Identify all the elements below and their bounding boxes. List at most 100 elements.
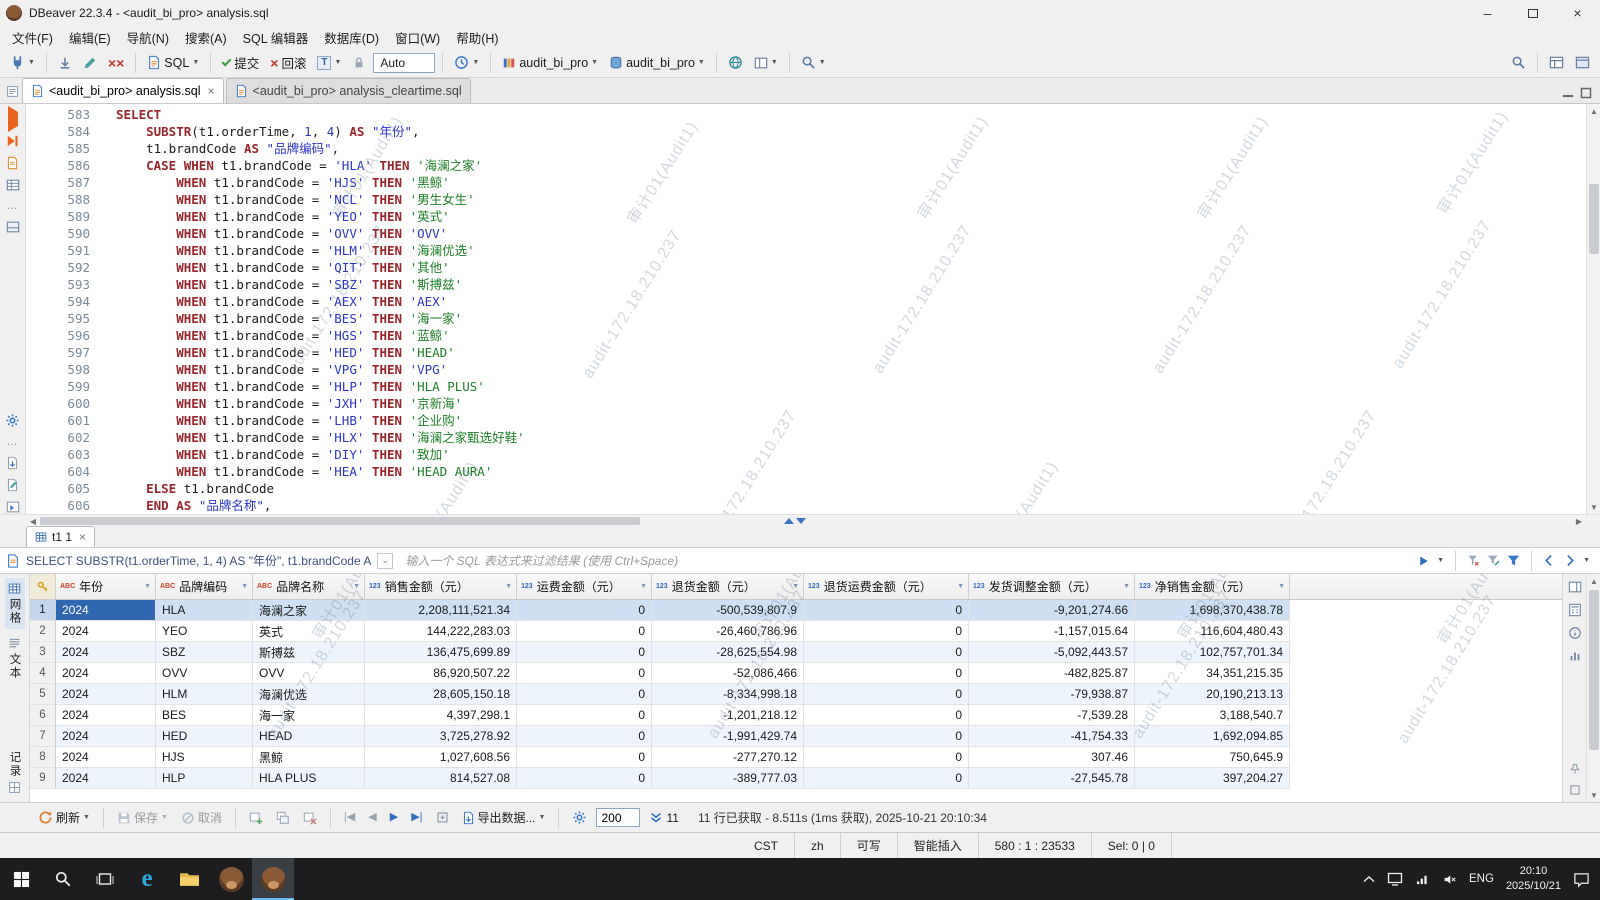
grid-cell[interactable]: 0 [804, 726, 969, 747]
grid-cell[interactable]: 136,475,699.89 [365, 642, 517, 663]
close-tab-icon[interactable]: × [208, 84, 215, 98]
results-tab[interactable]: t1 1 × [26, 526, 96, 547]
results-grid[interactable]: ABC 年份 ▼ ABC 品牌编码 ▼ ABC 品牌名称 ▼ 123 销售金额（元） ▼ 123 运费金额… [30, 574, 1562, 802]
grid-cell[interactable]: -1,991,429.74 [652, 726, 804, 747]
grid-cell[interactable]: -79,938.87 [969, 684, 1135, 705]
row-number[interactable]: 8 [30, 747, 56, 768]
table-row[interactable]: 9 2024 HLP HLA PLUS 814,527.08 0 -389,777.03 0-… [30, 768, 1562, 789]
grid-cell[interactable]: -482,825.87 [969, 663, 1135, 684]
column-filter-dropdown-icon[interactable]: ▼ [241, 583, 248, 590]
grid-cell[interactable]: 0 [517, 600, 652, 621]
code-line[interactable]: WHEN t1.brandCode = 'HED' THEN 'HEAD' [116, 344, 1586, 361]
grid-cell[interactable]: -41,754.33 [969, 726, 1135, 747]
grid-cell[interactable]: 144,222,283.03 [365, 621, 517, 642]
grid-cell[interactable]: 0 [804, 747, 969, 768]
code-line[interactable]: WHEN t1.brandCode = 'LHB' THEN '企业购' [116, 412, 1586, 429]
grid-cell[interactable]: 2024 [56, 747, 156, 768]
grid-cell[interactable]: 116,604,480.43 [1135, 621, 1290, 642]
grid-cell[interactable]: YEO [156, 621, 253, 642]
edge-button[interactable]: e [126, 858, 168, 900]
explain-plan-button[interactable] [6, 178, 20, 192]
menu-file[interactable]: 文件(F) [4, 26, 61, 49]
code-line[interactable]: CASE WHEN t1.brandCode = 'HLA' THEN '海澜之… [116, 157, 1586, 174]
grid-cell[interactable]: 0 [804, 600, 969, 621]
grid-corner[interactable] [30, 574, 56, 599]
grid-cell[interactable]: 0 [517, 747, 652, 768]
editor-horizontal-scrollbar[interactable]: ◀ ▶ [0, 514, 1600, 526]
record-mode-tab[interactable]: 记录 [5, 747, 25, 798]
clear-filter-button[interactable] [1467, 554, 1480, 567]
grid-cell[interactable]: -500,539,807.9 [652, 600, 804, 621]
pin-panel-icon[interactable] [1569, 763, 1581, 775]
column-filter-dropdown-icon[interactable]: ▼ [505, 583, 512, 590]
dbeaver-taskbar-button-active[interactable] [252, 858, 294, 900]
refresh-button[interactable]: 刷新 ▼ [34, 807, 94, 828]
grid-cell[interactable]: -1,157,015.64 [969, 621, 1135, 642]
table-row[interactable]: 3 2024 SBZ 斯搏兹 136,475,699.89 0 -28,625,554.98… [30, 642, 1562, 663]
code-line[interactable]: WHEN t1.brandCode = 'HEA' THEN 'HEAD AUR… [116, 463, 1586, 480]
grid-cell[interactable]: SBZ [156, 642, 253, 663]
grid-cell[interactable]: 0 [804, 663, 969, 684]
editor-vertical-scrollbar[interactable]: ▲ ▼ [1586, 104, 1600, 514]
scroll-left-icon[interactable]: ◀ [26, 515, 40, 527]
output-panel-button[interactable] [6, 500, 20, 514]
grid-cell[interactable]: 2024 [56, 621, 156, 642]
table-row[interactable]: 4 2024 OVV OVV 86,920,507.22 0 -52,086,466 0 -48… [30, 663, 1562, 684]
table-row[interactable]: 2 2024 YEO 英式 144,222,283.03 0 -26,460,786.96 0… [30, 621, 1562, 642]
column-header-2[interactable]: ABC 品牌编码 ▼ [156, 574, 253, 599]
history-dropdown-icon[interactable]: ▼ [1583, 557, 1590, 564]
previous-row-button[interactable]: ◀ [364, 810, 380, 825]
column-filter-dropdown-icon[interactable]: ▼ [792, 583, 799, 590]
row-number[interactable]: 9 [30, 768, 56, 789]
next-row-button[interactable]: ▶ [386, 810, 402, 825]
grid-cell[interactable]: 1,698,370,438.78 [1135, 600, 1290, 621]
menu-database[interactable]: 数据库(D) [316, 26, 387, 49]
grid-cell[interactable]: 750,645.9 [1135, 747, 1290, 768]
commit-mode-combo[interactable]: Auto [373, 52, 436, 73]
grid-cell[interactable]: -28,625,554.98 [652, 642, 804, 663]
code-line[interactable]: WHEN t1.brandCode = 'VPG' THEN 'VPG' [116, 361, 1586, 378]
execute-statement-button[interactable] [7, 106, 18, 132]
first-row-button[interactable]: |◀ [340, 810, 359, 825]
column-header-3[interactable]: ABC 品牌名称 ▼ [253, 574, 365, 599]
grid-cell[interactable]: BES [156, 705, 253, 726]
grid-cell[interactable]: 2,208,111,521.34 [365, 600, 517, 621]
sql-editor[interactable]: … … 583 584 585 586 587 588 589 590 591 592 593 594… [0, 104, 1600, 514]
go-to-row-button[interactable] [432, 809, 453, 826]
close-results-tab-icon[interactable]: × [79, 530, 86, 544]
row-number[interactable]: 1 [30, 600, 56, 621]
grid-cell[interactable]: 0 [804, 684, 969, 705]
grid-cell[interactable]: HLM [156, 684, 253, 705]
grid-cell[interactable]: 0 [517, 663, 652, 684]
column-filter-dropdown-icon[interactable]: ▼ [640, 583, 647, 590]
grid-cell[interactable]: 英式 [253, 621, 365, 642]
fetch-next-page-button[interactable]: 11 [645, 809, 682, 827]
grid-scrollbar-thumb[interactable] [1589, 590, 1599, 750]
minimize-button[interactable]: – [1465, 0, 1510, 26]
status-caret-position[interactable]: 580 : 1 : 23533 [979, 833, 1092, 858]
grid-cell[interactable]: 斯搏兹 [253, 642, 365, 663]
save-button[interactable]: 保存 ▼ [113, 807, 172, 828]
column-header-8[interactable]: 123 发货调整金额（元） ▼ [969, 574, 1135, 599]
tray-network-icon[interactable] [1415, 873, 1430, 886]
grid-cell[interactable]: -7,539.28 [969, 705, 1135, 726]
grid-cell[interactable]: 0 [517, 705, 652, 726]
layout-button[interactable]: ▼ [750, 54, 782, 72]
value-panel-icon[interactable] [1568, 580, 1582, 594]
code-line[interactable]: WHEN t1.brandCode = 'JXH' THEN '京新海' [116, 395, 1586, 412]
column-filter-dropdown-icon[interactable]: ▼ [1123, 583, 1130, 590]
history-back-button[interactable] [1543, 554, 1556, 567]
tray-expand-icon[interactable] [1363, 875, 1375, 883]
grid-cell[interactable]: -9,201,274.66 [969, 600, 1135, 621]
hscrollbar-thumb[interactable] [40, 517, 640, 525]
database-selector[interactable]: audit_bi_pro ▼ [498, 54, 602, 72]
menu-help[interactable]: 帮助(H) [448, 26, 506, 49]
grid-cell[interactable]: -52,086,466 [652, 663, 804, 684]
column-header-5[interactable]: 123 运费金额（元） ▼ [517, 574, 652, 599]
start-button[interactable] [0, 858, 42, 900]
grid-cell[interactable]: 0 [517, 621, 652, 642]
toggle-panel-button[interactable] [6, 220, 20, 234]
grid-cell[interactable]: HJS [156, 747, 253, 768]
input-language-indicator[interactable]: ENG [1469, 873, 1494, 885]
code-line[interactable]: WHEN t1.brandCode = 'HLM' THEN '海澜优选' [116, 242, 1586, 259]
